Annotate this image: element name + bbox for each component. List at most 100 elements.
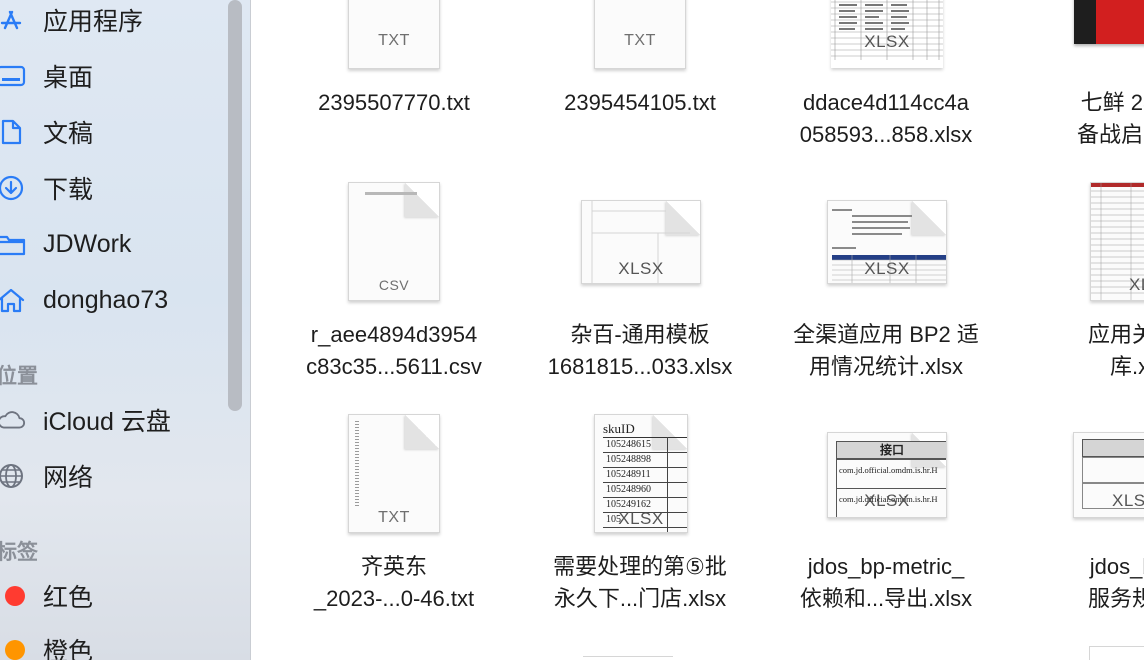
sidebar-item-label: 桌面	[43, 64, 94, 92]
xlsx-file-icon: XLSX	[581, 200, 701, 284]
sidebar-tag-red[interactable]: 红色	[0, 576, 230, 616]
icloud-icon	[0, 405, 26, 435]
sidebar-item-home[interactable]: donghao73	[0, 280, 230, 320]
desktop-icon	[0, 61, 26, 91]
sidebar-item-label: 应用程序	[43, 8, 144, 36]
sidebar-item-label: JDWork	[43, 229, 132, 258]
file-item[interactable]: skuID 105248615 105248898 105248911 1052…	[517, 412, 763, 622]
file-item[interactable]: 接口 com.jd.official.omdm.is.hr.H com.jd.o…	[763, 412, 1009, 622]
file-extension-label: XLS	[1129, 275, 1144, 294]
file-name-line1: jdos_bp-metric_	[807, 554, 965, 579]
file-extension-label: XLSX	[618, 509, 664, 528]
sku-cell: 105248615	[603, 438, 687, 453]
file-name-line2: 库.xl	[1109, 354, 1144, 379]
tags-heading: 标签	[0, 541, 38, 564]
file-item[interactable]: XLSX 全渠道应用 BP2 适 用情况统计.xlsx	[763, 180, 1009, 390]
sku-cell: 105248898	[603, 453, 687, 468]
sku-cell: 105248911	[603, 468, 687, 483]
file-item[interactable]: XLS jdos_bp- 服务规范	[1009, 412, 1144, 622]
csv-file-icon: CSV	[348, 182, 440, 301]
file-item[interactable]: XLSX 杂百-通用模板 1681815...033.xlsx	[517, 180, 763, 390]
folder-icon	[0, 229, 26, 259]
sidebar-item-label: 文稿	[43, 120, 94, 148]
file-name-line2: 用情况统计.xlsx	[808, 354, 963, 379]
file-name-line1: 需要处理的第⑤批	[553, 554, 727, 579]
sidebar: 应用程序 桌面 文稿 下载 JDWork donghao73 位置 iCloud…	[0, 0, 251, 660]
sidebar-item-label: donghao73	[43, 285, 169, 314]
sidebar-item-label: 橙色	[43, 638, 94, 660]
sku-header: skuID	[603, 421, 635, 436]
file-name-line1: r_aee4894d3954	[310, 322, 478, 347]
file-extension-label: XLS	[1112, 491, 1144, 510]
locations-heading: 位置	[0, 365, 38, 388]
file-name-line1: 全渠道应用 BP2 适	[793, 322, 979, 347]
sidebar-item-jdwork[interactable]: JDWork	[0, 224, 230, 264]
file-item[interactable]: 七鲜 23 年 备战启动会	[1009, 0, 1144, 150]
file-extension-label: TXT	[378, 509, 410, 526]
file-item[interactable]: XLS 应用关耶 库.xl	[1009, 180, 1144, 390]
file-item[interactable]: TXT 2395454105.txt	[517, 0, 763, 150]
xls-spreadsheet-thumbnail: XLS	[1090, 182, 1144, 301]
file-extension-label: XLSX	[864, 259, 910, 278]
file-name-line2: _2023-...0-46.txt	[313, 586, 475, 611]
sidebar-item-label: 红色	[43, 584, 94, 612]
file-item[interactable]: CSV r_aee4894d3954 c83c35...5611.csv	[271, 180, 517, 390]
sku-cell: 105248960	[603, 483, 687, 498]
file-name-line1: 杂百-通用模板	[570, 322, 710, 347]
file-item[interactable]: XLSX ddace4d114cc4a 058593...858.xlsx	[763, 0, 1009, 150]
file-name: 2395507770.txt	[318, 90, 470, 115]
sidebar-item-icloud[interactable]: iCloud 云盘	[0, 400, 230, 440]
file-name: 2395454105.txt	[564, 90, 716, 115]
file-name-line2: 依赖和...导出.xlsx	[799, 586, 973, 611]
sidebar-scrollbar[interactable]	[228, 0, 242, 411]
xlsx-spreadsheet-thumbnail: skuID 105248615 105248898 105248911 1052…	[594, 414, 688, 533]
txt-file-icon: TXT	[348, 0, 440, 69]
file-name-line2: 永久下...门店.xlsx	[553, 586, 727, 611]
sidebar-item-downloads[interactable]: 下载	[0, 168, 230, 208]
sidebar-item-applications[interactable]: 应用程序	[0, 0, 230, 40]
sidebar-tag-orange[interactable]: 橙色	[0, 630, 230, 660]
next-row-file-edge	[583, 656, 673, 660]
sidebar-item-documents[interactable]: 文稿	[0, 112, 230, 152]
file-item[interactable]: TXT 齐英东 _2023-...0-46.txt	[271, 412, 517, 622]
file-grid: TXT 2395507770.txt TXT 2395454105.txt XL…	[251, 0, 1144, 660]
file-name-line1: jdos_bp-	[1089, 554, 1144, 579]
file-name-line1: ddace4d114cc4a	[803, 90, 969, 115]
tag-color-dot	[5, 586, 25, 606]
next-row-file-edge	[1089, 646, 1144, 660]
file-extension-label: XLSX	[864, 32, 910, 51]
file-name-line1: 七鲜 23 年	[1080, 90, 1144, 115]
file-extension-label: TXT	[378, 32, 410, 49]
tag-color-dot	[5, 640, 25, 660]
file-name-line2: 1681815...033.xlsx	[547, 354, 733, 379]
document-icon	[0, 117, 26, 147]
downloads-icon	[0, 173, 26, 203]
presentation-thumbnail	[1074, 0, 1144, 44]
applications-icon	[0, 5, 26, 35]
sidebar-item-desktop[interactable]: 桌面	[0, 56, 230, 96]
xlsx-spreadsheet-thumbnail: XLSX	[827, 200, 947, 284]
home-icon	[0, 285, 26, 315]
sidebar-item-label: 网络	[43, 464, 94, 492]
file-extension-label: XLSX	[864, 491, 910, 510]
file-item[interactable]: TXT 2395507770.txt	[271, 0, 517, 150]
sidebar-item-label: iCloud 云盘	[43, 408, 171, 436]
txt-file-icon: TXT	[594, 0, 686, 69]
file-name-line2: 服务规范	[1087, 586, 1144, 611]
xlsx-spreadsheet-thumbnail: 接口 com.jd.official.omdm.is.hr.H com.jd.o…	[827, 432, 947, 518]
file-name-line1: 齐英东	[360, 554, 427, 579]
file-extension-label: TXT	[624, 32, 656, 49]
file-extension-label: CSV	[378, 277, 410, 293]
interface-header: 接口	[836, 441, 946, 459]
network-icon	[0, 461, 26, 491]
file-extension-label: XLSX	[618, 259, 664, 278]
interface-row: com.jd.official.omdm.is.hr.H	[836, 459, 946, 489]
file-name-line1: 应用关耶	[1087, 322, 1144, 347]
file-name-line2: 058593...858.xlsx	[799, 122, 973, 147]
sidebar-item-label: 下载	[43, 176, 94, 204]
xls-spreadsheet-thumbnail: XLS	[1073, 432, 1144, 518]
sidebar-item-network[interactable]: 网络	[0, 456, 230, 496]
file-name-line2: 备战启动会	[1076, 122, 1144, 147]
xlsx-spreadsheet-thumbnail: XLSX	[831, 0, 943, 68]
txt-file-icon: TXT	[348, 414, 440, 533]
